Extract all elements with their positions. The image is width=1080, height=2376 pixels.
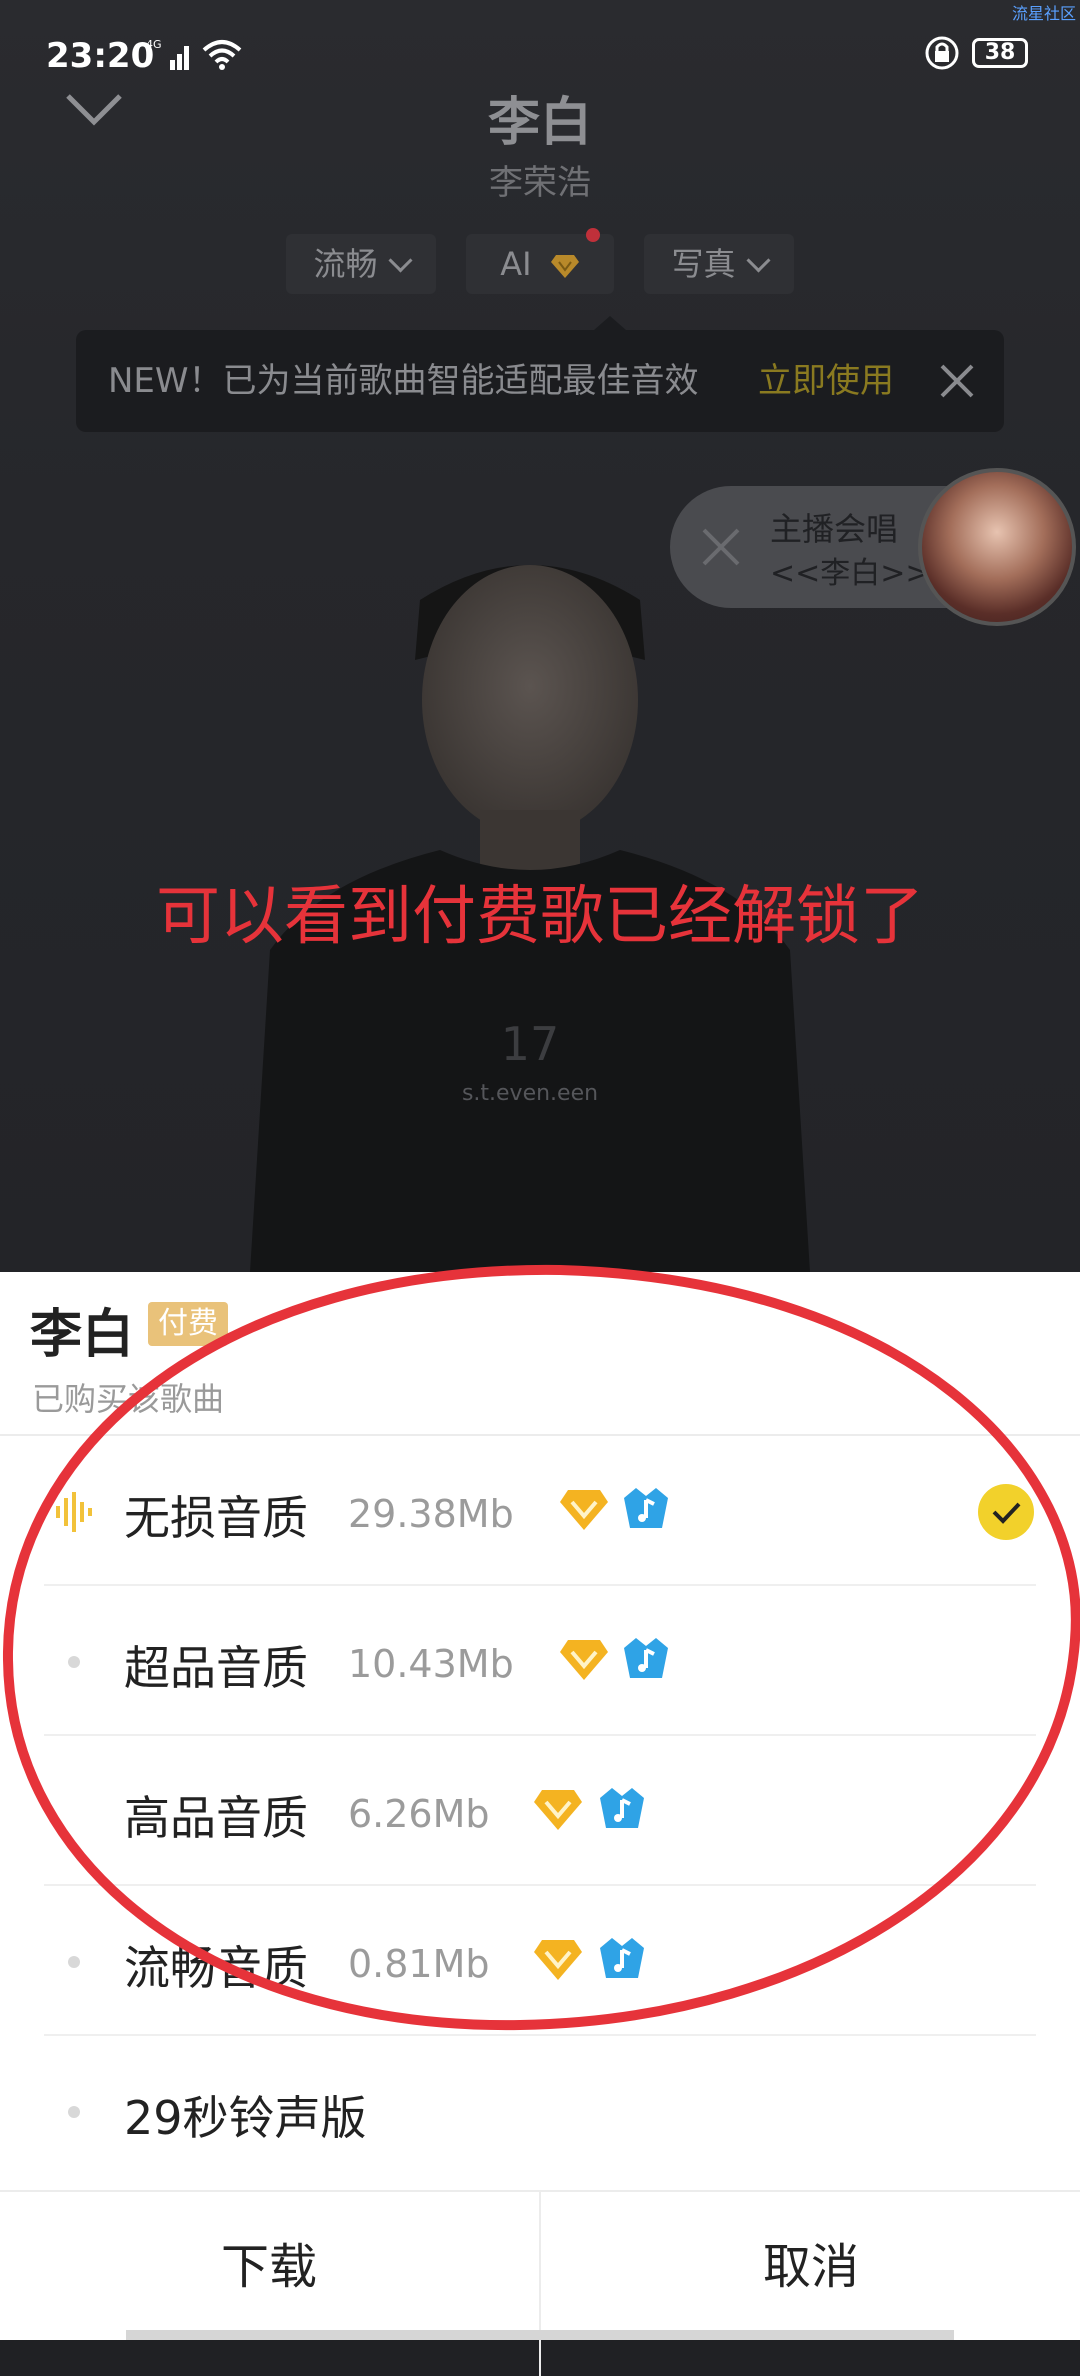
option-size: 0.81Mb: [348, 1942, 490, 1986]
vip-diamond-icon: [534, 1940, 582, 1980]
quality-option-high[interactable]: 高品音质 6.26Mb: [0, 1736, 1080, 1886]
use-now-link[interactable]: 立即使用: [758, 330, 894, 432]
svg-text:17: 17: [501, 1017, 560, 1071]
anchor-avatar[interactable]: [918, 468, 1076, 626]
download-quality-sheet: 李白 付费 已购买该歌曲 无损音质 29.38Mb 超品音质 10.43Mb 高…: [0, 1272, 1080, 2340]
cancel-button[interactable]: 取消: [542, 2192, 1080, 2342]
signal-icon: 4G: [146, 38, 189, 70]
selected-check-icon: [978, 1484, 1034, 1540]
chevron-down-icon: [745, 248, 771, 273]
tooltip-text: NEW！已为当前歌曲智能适配最佳音效: [108, 361, 699, 401]
download-button[interactable]: 下载: [0, 2192, 538, 2342]
vip-diamond-icon: [560, 1490, 608, 1530]
watermark-text: 流星社区: [1011, 4, 1076, 23]
option-label: 超品音质: [124, 1641, 308, 1695]
annotation-text: 可以看到付费歌已经解锁了: [156, 880, 924, 954]
ai-chip-label: AI: [500, 245, 532, 283]
equalizer-icon: [56, 1492, 92, 1532]
notification-dot: [586, 228, 600, 242]
vip-diamond-icon: [560, 1640, 608, 1680]
option-label: 流畅音质: [124, 1941, 308, 1995]
purchase-status: 已购买该歌曲: [32, 1380, 225, 1418]
battery-indicator: 38: [972, 38, 1028, 68]
paid-badge: 付费: [148, 1302, 228, 1346]
vip-diamond-icon: [534, 1790, 582, 1830]
option-label: 无损音质: [124, 1491, 308, 1545]
quality-chip-label: 流畅: [313, 245, 378, 283]
photo-chip-label: 写真: [671, 245, 736, 283]
rotation-lock-icon: [925, 36, 959, 70]
anchor-label: 主播会唱: [770, 510, 899, 548]
bullet-dot: [68, 2106, 80, 2118]
option-size: 10.43Mb: [348, 1642, 514, 1686]
close-icon[interactable]: [698, 524, 744, 570]
option-label: 29秒铃声版: [124, 2091, 367, 2145]
network-label: 4G: [146, 38, 162, 51]
quality-option-standard[interactable]: 流畅音质 0.81Mb: [0, 1886, 1080, 2036]
quality-option-lossless[interactable]: 无损音质 29.38Mb: [0, 1436, 1080, 1586]
quality-option-super[interactable]: 超品音质 10.43Mb: [0, 1586, 1080, 1736]
song-title: 李白: [487, 93, 592, 153]
song-artist[interactable]: 李荣浩: [0, 155, 1080, 204]
nav-bar-hint: [126, 2330, 954, 2340]
bullet-dot: [68, 1956, 80, 1968]
quality-chip[interactable]: 流畅: [286, 234, 436, 294]
music-pack-icon: [600, 1938, 644, 1978]
option-size: 29.38Mb: [348, 1492, 514, 1536]
sheet-actions: 下载 取消: [0, 2190, 1080, 2376]
player-screen: 23:20 4G 38 流星社区 李白 李荣浩 流畅 AI 写真 NEW！已为当…: [0, 0, 1080, 1272]
ai-sound-chip[interactable]: AI: [466, 228, 614, 294]
sound-effect-tooltip: NEW！已为当前歌曲智能适配最佳音效 立即使用: [76, 316, 1004, 432]
option-size: 6.26Mb: [348, 1792, 490, 1836]
quality-option-ringtone[interactable]: 29秒铃声版: [0, 2036, 1080, 2186]
bullet-dot: [68, 1656, 80, 1668]
vip-diamond-icon: [550, 255, 579, 278]
music-pack-icon: [600, 1788, 644, 1828]
wifi-icon: [202, 40, 242, 70]
sheet-title: 李白: [30, 1305, 135, 1365]
option-label: 高品音质: [124, 1791, 308, 1845]
anchor-song: <<李白>>: [770, 556, 931, 591]
status-time: 23:20: [46, 36, 155, 76]
chevron-down-icon: [387, 248, 413, 273]
close-icon[interactable]: [938, 362, 976, 400]
music-pack-icon: [624, 1638, 668, 1678]
svg-text:s.t.even.een: s.t.even.een: [462, 1081, 598, 1106]
photo-chip[interactable]: 写真: [644, 234, 794, 294]
music-pack-icon: [624, 1488, 668, 1528]
